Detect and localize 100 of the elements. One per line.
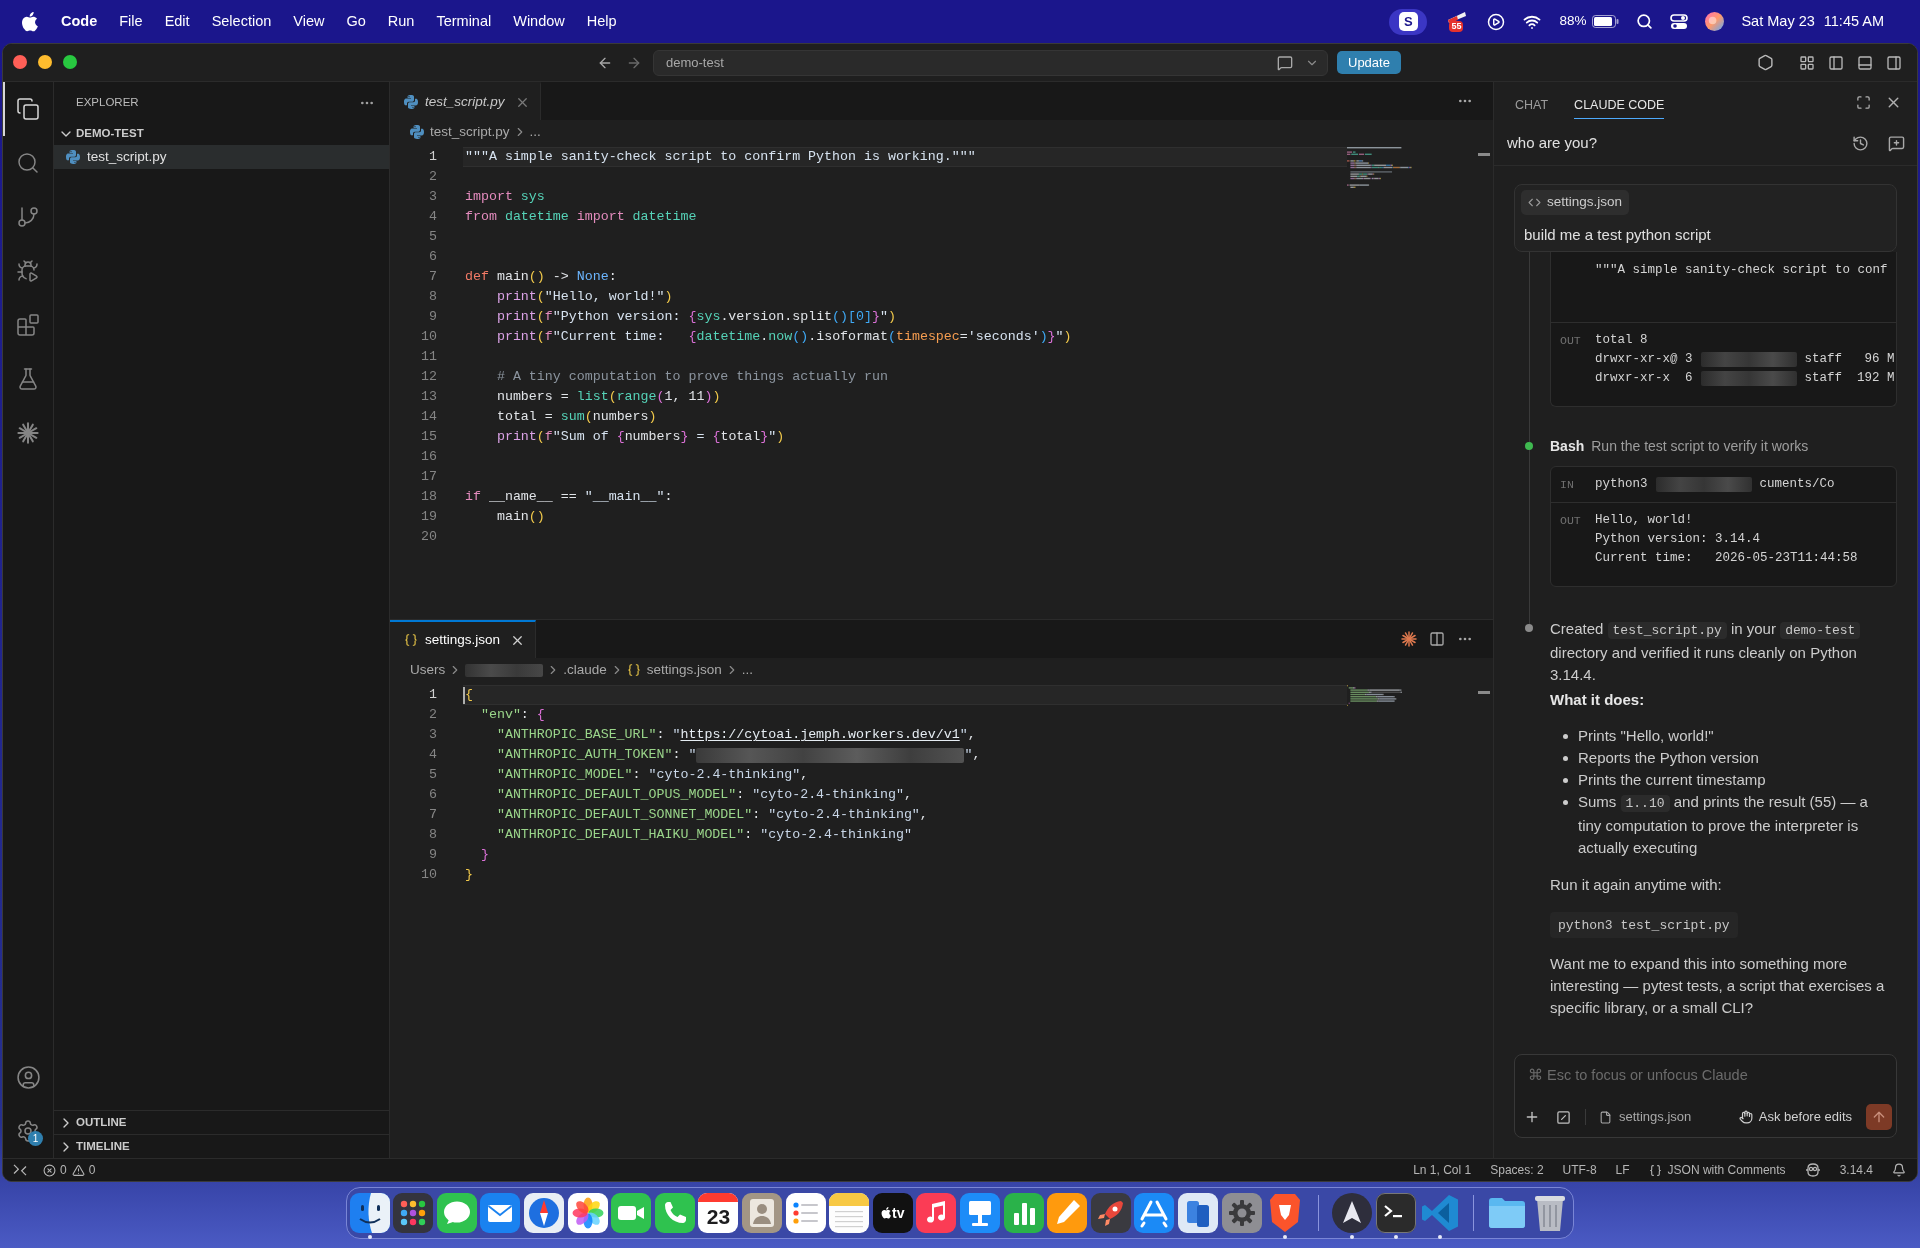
compass-icon[interactable] bbox=[524, 1193, 565, 1233]
a-glyph-icon[interactable] bbox=[1134, 1193, 1175, 1233]
update-button[interactable]: Update bbox=[1337, 51, 1401, 74]
editor-tab[interactable]: settings.json bbox=[390, 620, 537, 658]
flask-icon[interactable] bbox=[16, 367, 40, 391]
menu-item[interactable]: Go bbox=[335, 10, 377, 33]
editor-tab[interactable]: test_script.py bbox=[390, 82, 541, 120]
search-icon[interactable] bbox=[1636, 13, 1654, 30]
split-editor-icon[interactable] bbox=[1429, 631, 1445, 647]
maximize-icon[interactable] bbox=[1856, 94, 1871, 110]
menu-item[interactable]: Run bbox=[376, 10, 426, 33]
breadcrumb-item[interactable]: settings.json bbox=[626, 659, 722, 681]
hexagon-icon[interactable] bbox=[1757, 54, 1774, 71]
panel-bottom-icon[interactable] bbox=[1857, 54, 1873, 71]
phone-icon[interactable] bbox=[654, 1193, 695, 1233]
branch-icon[interactable] bbox=[16, 205, 40, 229]
goggles-face-icon[interactable] bbox=[1804, 1163, 1821, 1177]
error-count[interactable]: 0 bbox=[60, 1161, 67, 1179]
checklist-icon[interactable] bbox=[785, 1193, 826, 1233]
tilted-bar-icon[interactable] bbox=[1447, 10, 1468, 23]
menu-bar-clock[interactable]: 11:45 AM bbox=[1823, 10, 1884, 33]
terminal-icon[interactable] bbox=[1375, 1193, 1416, 1233]
minimap[interactable] bbox=[1347, 685, 1403, 707]
menu-item[interactable]: Selection bbox=[200, 10, 283, 33]
status-bar-item[interactable]: Spaces: 2 bbox=[1490, 1161, 1544, 1179]
menu-bar-date[interactable]: Sat May 23 bbox=[1741, 10, 1815, 33]
slash-command-icon[interactable] bbox=[1556, 1109, 1571, 1125]
settings-icon[interactable] bbox=[16, 1119, 40, 1143]
plus-icon[interactable] bbox=[1524, 1109, 1540, 1125]
panel-tab[interactable]: CLAUDE CODE bbox=[1574, 93, 1665, 119]
close-window-button[interactable] bbox=[13, 54, 27, 69]
apple-logo-icon[interactable] bbox=[21, 11, 38, 32]
status-bar-item[interactable]: 3.14.4 bbox=[1839, 1161, 1873, 1179]
panel-right-icon[interactable] bbox=[1886, 54, 1902, 71]
warning-icon[interactable] bbox=[71, 1163, 85, 1177]
battery-icon[interactable] bbox=[1592, 15, 1620, 28]
video-camera-icon[interactable] bbox=[611, 1193, 652, 1233]
panel-tab[interactable]: CHAT bbox=[1515, 93, 1549, 119]
tree-file-item[interactable]: test_script.py bbox=[54, 145, 389, 169]
files-icon[interactable] bbox=[16, 97, 40, 121]
starburst-icon[interactable] bbox=[17, 422, 39, 444]
remote-icon[interactable] bbox=[13, 1164, 27, 1176]
contact-card-icon[interactable] bbox=[742, 1193, 783, 1233]
status-menu-item[interactable]: S bbox=[1389, 8, 1428, 35]
new-chat-icon[interactable] bbox=[1888, 135, 1905, 152]
command-center[interactable]: demo-test bbox=[653, 49, 1328, 76]
minimize-window-button[interactable] bbox=[38, 54, 52, 69]
gear-icon[interactable] bbox=[1221, 1193, 1262, 1233]
blocks-icon[interactable] bbox=[16, 313, 40, 337]
bar-chart-icon[interactable] bbox=[1003, 1193, 1044, 1233]
pen-icon[interactable] bbox=[1047, 1193, 1088, 1233]
menu-item[interactable]: View bbox=[282, 10, 336, 33]
starburst-icon[interactable] bbox=[1401, 631, 1417, 647]
speech-bubble-icon[interactable] bbox=[436, 1193, 477, 1233]
breadcrumb-item[interactable]: ... bbox=[741, 659, 754, 681]
menu-item[interactable]: Window bbox=[502, 10, 576, 33]
app-menu[interactable]: Code bbox=[50, 10, 109, 33]
breadcrumb-item[interactable]: Users bbox=[410, 659, 446, 681]
zoom-window-button[interactable] bbox=[63, 54, 77, 69]
chat-icon[interactable] bbox=[1277, 54, 1293, 71]
error-icon[interactable] bbox=[43, 1163, 56, 1177]
toggles-icon[interactable] bbox=[1670, 13, 1689, 30]
minimap[interactable] bbox=[1347, 147, 1412, 188]
music-note-icon[interactable] bbox=[916, 1193, 957, 1233]
play-bug-icon[interactable] bbox=[16, 259, 40, 283]
smiling-face-icon[interactable] bbox=[349, 1193, 390, 1233]
play-circle-icon[interactable] bbox=[1487, 12, 1506, 31]
warning-count[interactable]: 0 bbox=[88, 1161, 96, 1179]
message-input[interactable]: ⌘ Esc to focus or unfocus Claude bbox=[1528, 1062, 1883, 1088]
section-header[interactable]: OUTLINE bbox=[54, 1110, 389, 1134]
chat-input-box[interactable]: ⌘ Esc to focus or unfocus Claude settings.json Ask before edits bbox=[1514, 1054, 1897, 1138]
layout-grid-icon[interactable] bbox=[1799, 54, 1815, 71]
breadcrumb-item[interactable]: ... bbox=[529, 121, 541, 143]
rocket-icon[interactable] bbox=[1090, 1193, 1131, 1233]
status-bar-item[interactable]: Ln 1, Col 1 bbox=[1413, 1161, 1472, 1179]
account-icon[interactable] bbox=[15, 1064, 41, 1090]
bell-icon[interactable] bbox=[1892, 1163, 1906, 1177]
status-bar-item[interactable]: LF bbox=[1615, 1161, 1630, 1179]
status-bar-item[interactable]: UTF-8 bbox=[1562, 1161, 1597, 1179]
menu-item[interactable]: Edit bbox=[153, 10, 201, 33]
envelope-icon[interactable] bbox=[480, 1193, 521, 1233]
podium-icon[interactable] bbox=[960, 1193, 1000, 1233]
attachment-chip[interactable]: settings.json bbox=[1521, 190, 1630, 215]
menu-item[interactable]: Help bbox=[575, 10, 628, 33]
status-bar-item[interactable]: JSON with Comments bbox=[1648, 1161, 1786, 1179]
panel-left-icon[interactable] bbox=[1828, 54, 1844, 71]
menu-item[interactable]: File bbox=[108, 10, 154, 33]
flower-icon[interactable] bbox=[567, 1193, 608, 1233]
menu-item[interactable]: Terminal bbox=[425, 10, 503, 33]
tree-folder-item[interactable]: DEMO-TEST bbox=[54, 123, 389, 145]
tv-app-button[interactable]: tv bbox=[872, 1193, 913, 1233]
history-icon[interactable] bbox=[1852, 135, 1869, 152]
breadcrumb-item[interactable]: test_script.py bbox=[410, 121, 510, 143]
breadcrumb-item[interactable]: .claude bbox=[563, 659, 607, 681]
notepad-icon[interactable] bbox=[829, 1193, 870, 1233]
attachment-button[interactable]: settings.json bbox=[1599, 1107, 1692, 1127]
calendar-app-button[interactable]: 23 bbox=[698, 1193, 739, 1233]
permission-mode-button[interactable]: Ask before edits bbox=[1738, 1107, 1852, 1127]
app-grid-icon[interactable] bbox=[393, 1193, 434, 1233]
orb-icon[interactable] bbox=[1705, 12, 1725, 31]
